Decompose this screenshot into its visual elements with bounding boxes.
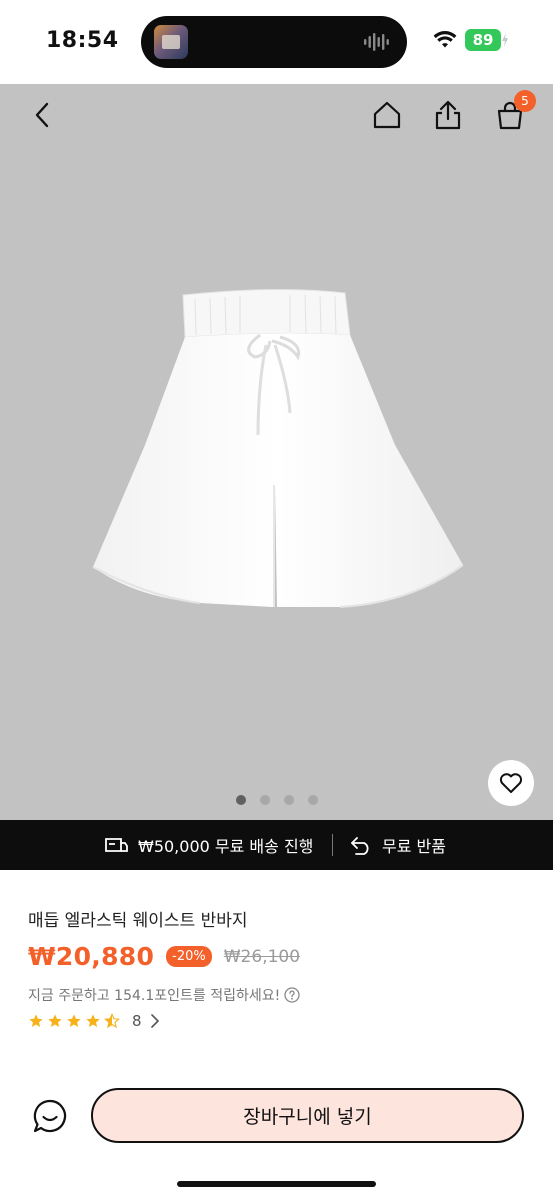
carousel-dot[interactable] bbox=[236, 795, 246, 805]
product-title: 매듭 엘라스틱 웨이스트 반바지 bbox=[28, 911, 248, 931]
cart-count-badge: 5 bbox=[514, 90, 536, 112]
chevron-right-icon bbox=[150, 1014, 159, 1028]
delivery-truck-icon bbox=[105, 838, 128, 852]
share-button[interactable] bbox=[428, 95, 468, 135]
question-circle-icon[interactable] bbox=[284, 987, 300, 1003]
points-text: 지금 주문하고 154.1포인트를 적립하세요! bbox=[28, 988, 281, 1004]
wishlist-button[interactable] bbox=[488, 760, 534, 806]
home-button[interactable] bbox=[367, 95, 407, 135]
points-info: 지금 주문하고 154.1포인트를 적립하세요! bbox=[28, 985, 300, 1005]
carousel-dots bbox=[236, 795, 318, 805]
dynamic-island[interactable] bbox=[141, 16, 407, 68]
audio-waveform-icon bbox=[364, 33, 389, 51]
original-price: ₩26,100 bbox=[223, 946, 301, 967]
return-arrow-icon bbox=[351, 837, 369, 855]
heart-icon bbox=[499, 773, 523, 793]
free-return-text: 무료 반품 bbox=[382, 837, 446, 856]
now-playing-artwork bbox=[154, 25, 188, 59]
star-rating bbox=[28, 1013, 120, 1029]
product-photo-shorts bbox=[92, 288, 464, 608]
status-bar: 18:54 89 bbox=[0, 0, 553, 84]
carousel-dot[interactable] bbox=[308, 795, 318, 805]
chevron-left-icon bbox=[35, 102, 49, 128]
charging-bolt-icon bbox=[502, 33, 508, 47]
home-indicator[interactable] bbox=[177, 1181, 376, 1187]
carousel-dot[interactable] bbox=[260, 795, 270, 805]
star-icon bbox=[67, 1014, 81, 1027]
star-icon bbox=[29, 1014, 43, 1027]
rating-row[interactable]: 8 bbox=[28, 1012, 160, 1030]
add-to-cart-button[interactable]: 장바구니에 넣기 bbox=[91, 1088, 524, 1143]
share-icon bbox=[435, 100, 461, 130]
battery-indicator: 89 bbox=[465, 29, 501, 51]
free-return-info[interactable]: 무료 반품 bbox=[350, 820, 446, 870]
carousel-dot[interactable] bbox=[284, 795, 294, 805]
free-shipping-info[interactable]: ₩50,000 무료 배송 진행 bbox=[104, 820, 313, 870]
sale-price: ₩20,880 bbox=[28, 942, 155, 971]
chat-bubble-icon bbox=[33, 1099, 67, 1133]
back-button[interactable] bbox=[22, 95, 62, 135]
home-icon bbox=[373, 101, 401, 129]
star-half-icon bbox=[104, 1013, 120, 1029]
wifi-icon bbox=[433, 31, 457, 48]
star-icon bbox=[48, 1014, 62, 1027]
price-row: ₩20,880 -20% ₩26,100 bbox=[28, 942, 300, 971]
free-shipping-text: ₩50,000 무료 배송 진행 bbox=[138, 837, 314, 856]
review-count: 8 bbox=[132, 1012, 142, 1030]
shipping-info-bar: ₩50,000 무료 배송 진행 무료 반품 bbox=[0, 820, 553, 870]
divider bbox=[332, 834, 333, 856]
chat-button[interactable] bbox=[30, 1096, 70, 1136]
star-icon bbox=[86, 1014, 100, 1027]
status-time: 18:54 bbox=[46, 28, 119, 53]
discount-badge: -20% bbox=[166, 946, 212, 967]
